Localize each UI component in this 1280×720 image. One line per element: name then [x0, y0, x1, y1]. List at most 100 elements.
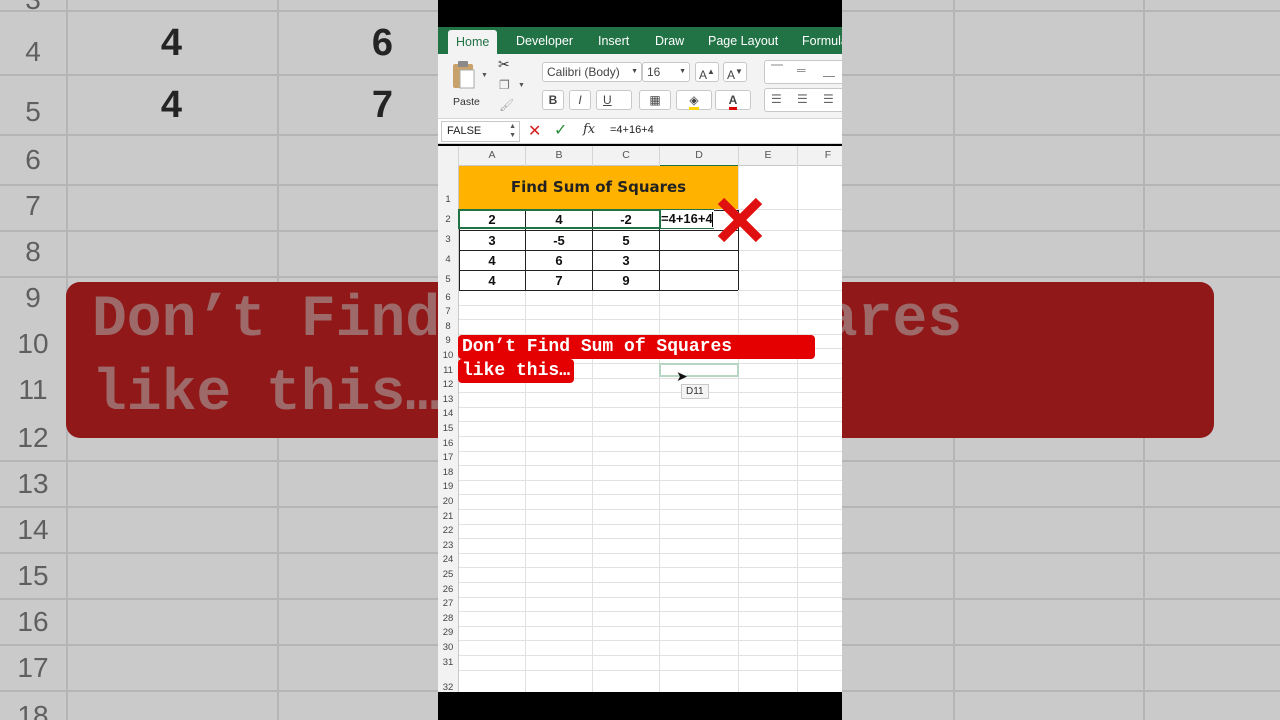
row-header[interactable]: 12: [438, 378, 459, 392]
name-box-stepper-icon[interactable]: ▲ ▼: [509, 122, 516, 140]
row-header[interactable]: 6: [438, 290, 459, 305]
row-header[interactable]: 19: [438, 480, 459, 494]
tab-insert[interactable]: Insert: [598, 27, 629, 54]
row-header[interactable]: 16: [438, 436, 459, 451]
insert-function-button[interactable]: fx: [583, 122, 595, 137]
row-header[interactable]: 20: [438, 494, 459, 509]
tab-draw[interactable]: Draw: [655, 27, 684, 54]
row-header[interactable]: 18: [438, 465, 459, 480]
paste-button[interactable]: ▼ Paste: [448, 58, 488, 112]
row-header[interactable]: 28: [438, 611, 459, 626]
row-header[interactable]: 15: [438, 421, 459, 436]
align-bottom-icon[interactable]: ⎽: [823, 63, 835, 78]
cell-b5[interactable]: 7: [526, 271, 592, 290]
column-header-c[interactable]: C: [593, 146, 660, 166]
decrease-font-button[interactable]: A▼: [723, 62, 747, 82]
cell-b4[interactable]: 6: [526, 251, 592, 270]
enter-icon[interactable]: ✓: [554, 120, 567, 140]
cell-d2-editing[interactable]: =4+16+4: [661, 210, 714, 228]
gridline: [458, 392, 842, 393]
chevron-down-icon: ▼: [631, 68, 638, 75]
column-header-f[interactable]: F: [798, 146, 842, 166]
borders-button[interactable]: ▦: [639, 90, 671, 110]
tab-formulas[interactable]: Formulas: [802, 27, 842, 54]
name-box[interactable]: FALSE ▲ ▼: [441, 121, 520, 142]
row-header[interactable]: 25: [438, 567, 459, 582]
cancel-icon[interactable]: ✕: [528, 121, 541, 141]
cell-c4[interactable]: 3: [593, 251, 659, 270]
underline-button[interactable]: U: [596, 90, 632, 110]
row-header[interactable]: 7: [438, 305, 459, 319]
tab-developer[interactable]: Developer: [516, 27, 573, 54]
row-header[interactable]: 1: [438, 165, 459, 209]
gridline: [458, 305, 842, 306]
gridline: [458, 451, 842, 452]
bold-button[interactable]: B: [542, 90, 564, 110]
row-header[interactable]: 10: [438, 348, 459, 363]
cell-a5[interactable]: 4: [459, 271, 525, 290]
row-header[interactable]: 26: [438, 582, 459, 597]
cell-a4[interactable]: 4: [459, 251, 525, 270]
cell-b3[interactable]: -5: [526, 231, 592, 250]
row-header[interactable]: 8: [438, 319, 459, 334]
cell-tooltip: D11: [681, 384, 709, 399]
row-header[interactable]: 3: [438, 230, 459, 250]
cut-icon[interactable]: ✂: [498, 56, 510, 73]
column-header-d[interactable]: D: [660, 146, 739, 167]
gridline: [458, 553, 842, 554]
gridline: [458, 640, 842, 641]
column-header-b[interactable]: B: [526, 146, 593, 166]
caption-line-2: like this…: [458, 359, 575, 383]
bottom-bar: [438, 692, 842, 720]
row-header[interactable]: 27: [438, 597, 459, 611]
row-header[interactable]: 29: [438, 626, 459, 640]
copy-icon[interactable]: ❐: [499, 78, 510, 92]
italic-button[interactable]: I: [569, 90, 591, 110]
align-left-icon[interactable]: ☰: [771, 92, 782, 106]
worksheet-grid[interactable]: A B C D E F 1 2 3 4 5 6 7 8 9 10 11 12 13 14 15 16 17 18 1…: [438, 146, 842, 692]
row-header[interactable]: 11: [438, 363, 459, 378]
align-middle-icon[interactable]: ═: [797, 63, 806, 77]
paste-dropdown-icon[interactable]: ▼: [481, 72, 488, 79]
row-header[interactable]: 13: [438, 392, 459, 407]
align-center-icon[interactable]: ☰: [797, 92, 808, 106]
row-header[interactable]: 21: [438, 509, 459, 524]
increase-font-button[interactable]: A▲: [695, 62, 719, 82]
gridline: [458, 611, 842, 612]
row-header[interactable]: 17: [438, 451, 459, 465]
row-header[interactable]: 30: [438, 640, 459, 655]
cell-a3[interactable]: 3: [459, 231, 525, 250]
title-cell[interactable]: Find Sum of Squares: [459, 166, 738, 209]
format-painter-icon[interactable]: 🖌: [499, 98, 514, 112]
tab-page-layout[interactable]: Page Layout: [708, 27, 778, 54]
align-top-icon[interactable]: ⎺: [771, 63, 783, 78]
column-header-e[interactable]: E: [739, 146, 798, 166]
row-header[interactable]: 31: [438, 655, 459, 670]
row-header[interactable]: 23: [438, 538, 459, 553]
select-all-corner[interactable]: [438, 146, 459, 166]
font-name-select[interactable]: Calibri (Body) ▼: [542, 62, 642, 82]
row-header[interactable]: 14: [438, 407, 459, 421]
row-header[interactable]: 9: [438, 334, 459, 348]
align-right-icon[interactable]: ☰: [823, 92, 834, 106]
row-header[interactable]: 5: [438, 270, 459, 290]
row-header[interactable]: 32: [438, 670, 459, 692]
tab-home[interactable]: Home: [448, 30, 498, 54]
font-size-select[interactable]: 16 ▼: [642, 62, 690, 82]
column-header-a[interactable]: A: [459, 146, 526, 166]
cell-c5[interactable]: 9: [593, 271, 659, 290]
row-header[interactable]: 22: [438, 524, 459, 538]
row-header[interactable]: 4: [438, 250, 459, 270]
fill-color-button[interactable]: ◈: [676, 90, 712, 110]
copy-dropdown-icon[interactable]: ▼: [518, 82, 525, 89]
font-color-button[interactable]: A: [715, 90, 751, 110]
paste-icon: [453, 61, 475, 89]
row-header[interactable]: 2: [438, 209, 459, 230]
cell-c3[interactable]: 5: [593, 231, 659, 250]
ribbon-tab-bar: Home Developer Insert Draw Page Layout F…: [438, 27, 842, 54]
row-header[interactable]: 24: [438, 553, 459, 567]
excel-window: Home Developer Insert Draw Page Layout F…: [438, 0, 842, 720]
gridline: [458, 582, 842, 583]
gridline: [458, 407, 842, 408]
formula-input[interactable]: =4+16+4: [610, 124, 654, 136]
